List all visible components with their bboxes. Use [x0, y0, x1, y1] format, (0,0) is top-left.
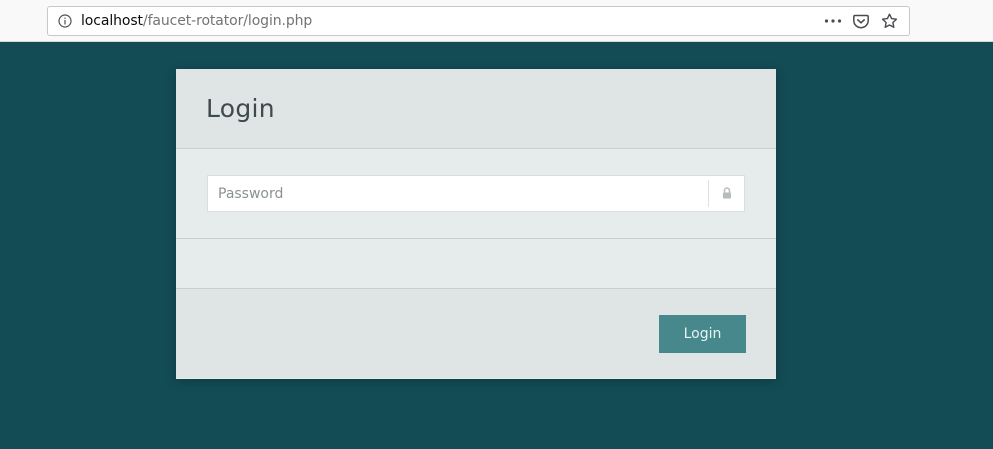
info-icon[interactable]	[58, 14, 72, 28]
bookmark-star-icon[interactable]	[875, 7, 903, 35]
address-bar[interactable]: localhost/faucet-rotator/login.php	[47, 6, 910, 36]
url-path: /faucet-rotator/login.php	[142, 13, 313, 29]
url-text: localhost/faucet-rotator/login.php	[81, 13, 312, 29]
password-addon	[708, 180, 744, 207]
address-bar-actions	[819, 7, 903, 35]
lock-icon	[722, 184, 732, 203]
password-input[interactable]	[208, 176, 708, 211]
login-panel-body	[176, 149, 776, 239]
login-panel-header: Login	[176, 69, 776, 149]
login-panel-footer: Login	[176, 289, 776, 378]
login-button[interactable]: Login	[659, 315, 746, 353]
login-panel: Login Login	[176, 69, 776, 379]
url-host: localhost	[81, 13, 143, 29]
pocket-icon[interactable]	[847, 7, 875, 35]
password-input-group	[207, 175, 745, 212]
page-title: Login	[206, 94, 275, 123]
login-panel-spacer	[176, 239, 776, 289]
more-icon[interactable]	[819, 7, 847, 35]
browser-toolbar: localhost/faucet-rotator/login.php	[0, 0, 993, 42]
